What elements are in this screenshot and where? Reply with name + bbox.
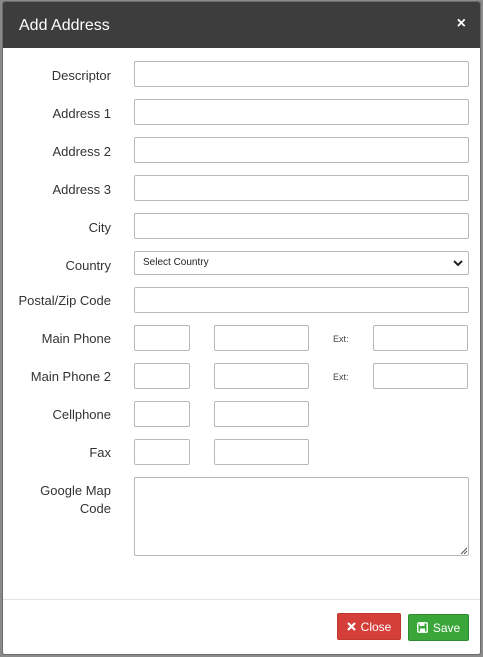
address2-label: Address 2 — [52, 144, 111, 159]
country-label: Country — [65, 258, 111, 273]
address2-input[interactable] — [134, 137, 469, 163]
close-button-label: Close — [360, 619, 392, 634]
footer-divider — [3, 599, 480, 600]
postal-label: Postal/Zip Code — [18, 293, 112, 308]
add-address-modal: Add Address × Descriptor Address 1 Addre… — [2, 1, 481, 655]
main-phone2-ext-input[interactable] — [373, 363, 468, 389]
main-phone-area-input[interactable] — [134, 325, 190, 351]
country-select-value: Select Country — [143, 257, 209, 268]
close-button[interactable]: Close — [337, 613, 401, 640]
main-phone-ext-label: Ext: — [333, 334, 349, 344]
modal-close-icon[interactable]: × — [457, 14, 466, 34]
cellphone-area-input[interactable] — [134, 401, 190, 427]
floppy-disk-icon — [416, 622, 428, 633]
google-map-label-line1: Google Map — [40, 483, 111, 498]
descriptor-label: Descriptor — [51, 68, 111, 83]
descriptor-input[interactable] — [134, 61, 469, 87]
fax-label: Fax — [89, 445, 111, 460]
main-phone2-ext-label: Ext: — [333, 372, 349, 382]
address3-input[interactable] — [134, 175, 469, 201]
country-select[interactable]: Select Country — [134, 251, 469, 275]
city-input[interactable] — [134, 213, 469, 239]
google-map-label-line2: Code — [79, 501, 111, 516]
save-button[interactable]: Save — [408, 614, 469, 641]
x-icon — [346, 622, 356, 631]
postal-input[interactable] — [134, 287, 469, 313]
google-map-code-textarea[interactable] — [134, 477, 469, 556]
modal-title: Add Address — [19, 17, 110, 34]
main-phone-number-input[interactable] — [214, 325, 309, 351]
modal-header: Add Address × — [3, 2, 480, 48]
fax-number-input[interactable] — [214, 439, 309, 465]
cellphone-label: Cellphone — [52, 407, 111, 422]
main-phone2-area-input[interactable] — [134, 363, 190, 389]
cellphone-number-input[interactable] — [214, 401, 309, 427]
city-label: City — [88, 220, 111, 235]
main-phone2-label: Main Phone 2 — [30, 369, 111, 384]
main-phone-label: Main Phone — [41, 331, 111, 346]
chevron-down-icon — [453, 260, 463, 267]
resize-grip-icon[interactable] — [460, 547, 468, 555]
save-button-label: Save — [432, 620, 461, 635]
main-phone2-number-input[interactable] — [214, 363, 309, 389]
address3-label: Address 3 — [52, 182, 111, 197]
fax-area-input[interactable] — [134, 439, 190, 465]
address1-input[interactable] — [134, 99, 469, 125]
address1-label: Address 1 — [52, 106, 111, 121]
main-phone-ext-input[interactable] — [373, 325, 468, 351]
